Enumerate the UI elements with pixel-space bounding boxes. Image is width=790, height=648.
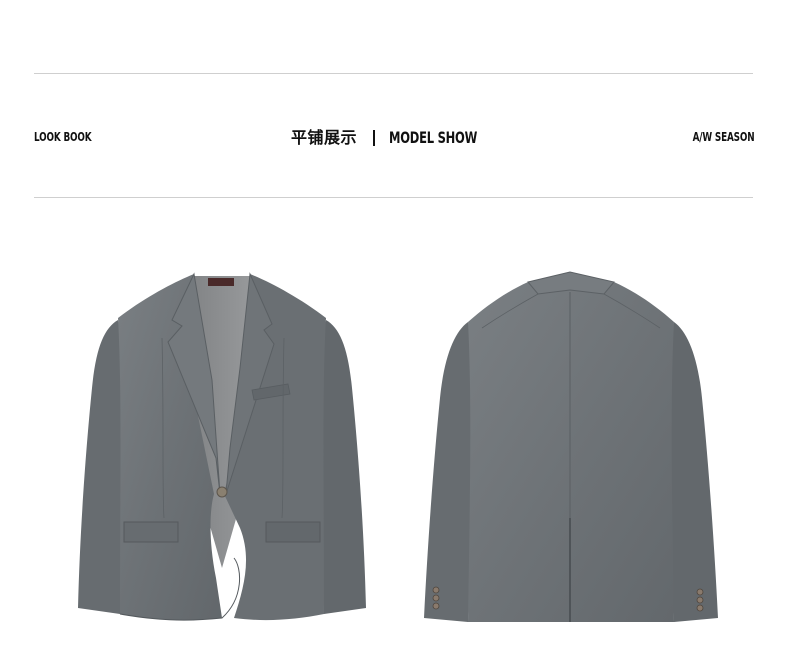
section-title: 平铺展示 MODEL SHOW: [0, 127, 790, 147]
top-divider: [34, 73, 753, 74]
section-title-en: MODEL SHOW: [388, 127, 478, 147]
title-separator: [372, 129, 375, 146]
jacket-back-image: [424, 271, 718, 622]
section-title-cn: 平铺展示: [290, 127, 357, 147]
season-label: A/W SEASON: [692, 130, 754, 144]
jacket-front-image: [78, 272, 366, 621]
bottom-divider: [34, 197, 753, 198]
